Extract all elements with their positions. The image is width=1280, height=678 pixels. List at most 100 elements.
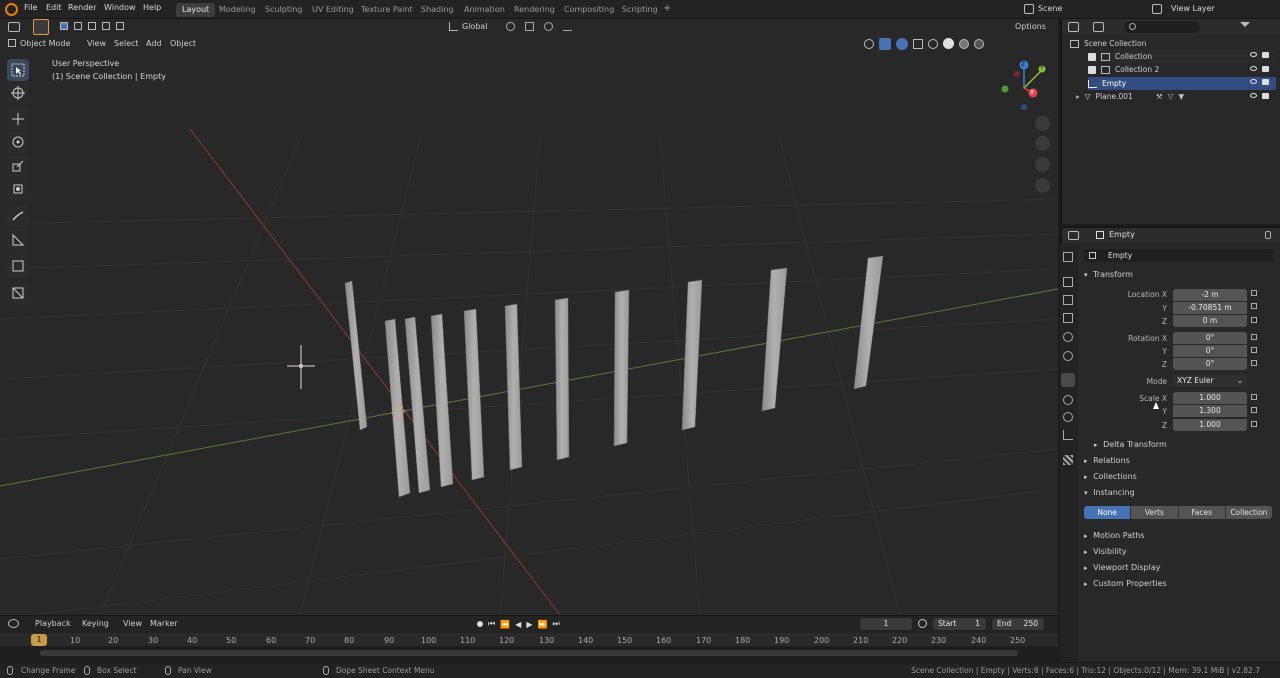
outliner-search-field[interactable] (1124, 21, 1200, 33)
overlay-icon[interactable] (896, 37, 908, 50)
rotate-tool-button[interactable] (7, 131, 29, 153)
transform-panel-header[interactable]: ▾ Transform (1084, 270, 1133, 279)
instancing-faces-button[interactable]: Faces (1177, 506, 1225, 519)
filter-icon[interactable] (1240, 22, 1250, 32)
view-layer-tab-icon[interactable] (1063, 313, 1073, 323)
3d-viewport[interactable] (0, 19, 1058, 615)
current-frame-field[interactable]: 1 (860, 618, 912, 630)
menu-select[interactable]: Select (114, 39, 139, 48)
camera-icon[interactable] (1262, 79, 1269, 85)
location-x-field[interactable]: -2 m (1173, 289, 1247, 301)
motion-paths-header[interactable]: ▸ Motion Paths (1084, 531, 1144, 540)
scale-x-field[interactable]: 1.000 (1173, 392, 1247, 404)
menu-edit[interactable]: Edit (46, 3, 62, 12)
scale-z-field[interactable]: 1.000 (1173, 419, 1247, 431)
gizmo-icon[interactable] (879, 37, 891, 50)
menu-object[interactable]: Object (170, 39, 196, 48)
lock-icon[interactable] (1251, 394, 1257, 400)
mode-extend-icon[interactable] (74, 22, 82, 30)
snap-icon[interactable] (525, 22, 534, 31)
outliner-row-empty[interactable]: Empty (1088, 77, 1276, 90)
wireframe-icon[interactable] (928, 38, 938, 49)
eye-icon[interactable] (1250, 79, 1257, 84)
instancing-header[interactable]: ▾ Instancing (1084, 488, 1135, 497)
delta-transform-header[interactable]: ▸ Delta Transform (1094, 440, 1167, 449)
outliner-row-collection-2[interactable]: Collection 2 (1088, 63, 1276, 76)
tab-uv-editing[interactable]: UV Editing (306, 3, 360, 17)
add-workspace-button[interactable]: + (663, 3, 671, 14)
tab-sculpting[interactable]: Sculpting (259, 3, 308, 17)
select-box-icon[interactable] (33, 19, 49, 35)
render-tab-icon[interactable] (1063, 277, 1073, 287)
physics-tab-icon[interactable] (1063, 395, 1073, 405)
eye-icon[interactable] (1250, 52, 1257, 57)
zoom-icon[interactable] (1035, 116, 1050, 131)
ortho-grid-icon[interactable] (1035, 178, 1050, 193)
menu-window[interactable]: Window (104, 3, 136, 12)
select-tool-button[interactable] (7, 59, 29, 81)
play-icon[interactable]: ▶ (526, 620, 532, 629)
tab-animation[interactable]: Animation (458, 3, 511, 17)
tab-layout[interactable]: Layout (176, 3, 216, 17)
timeline-editor-icon[interactable] (8, 619, 19, 628)
menu-add[interactable]: Add (146, 39, 162, 48)
scale-tool-button[interactable] (7, 155, 29, 177)
editor-type-icon[interactable] (8, 22, 20, 32)
prev-keyframe-icon[interactable]: ⏪ (500, 620, 510, 629)
menu-render[interactable]: Render (68, 3, 96, 12)
3d-cursor-icon[interactable] (287, 345, 315, 389)
outliner-row-plane[interactable]: ▸ ▽ Plane.001 ⚒ ▽ ▼ (1076, 90, 1276, 103)
menu-marker[interactable]: Marker (150, 619, 178, 628)
end-frame-field[interactable]: End 250 (992, 618, 1044, 630)
eye-icon[interactable] (1250, 93, 1257, 98)
camera-icon[interactable] (1262, 66, 1269, 72)
instancing-verts-button[interactable]: Verts (1130, 506, 1178, 519)
play-reverse-icon[interactable]: ◀ (515, 620, 521, 629)
tab-scripting[interactable]: Scripting (616, 3, 664, 17)
texture-tab-icon[interactable] (1063, 455, 1073, 465)
record-icon[interactable] (477, 621, 483, 627)
rotation-x-field[interactable]: 0° (1173, 332, 1247, 344)
view-layer-icon[interactable] (1152, 4, 1162, 14)
tab-shading[interactable]: Shading (415, 3, 460, 17)
start-frame-field[interactable]: Start 1 (933, 618, 986, 630)
properties-editor-icon[interactable] (1068, 231, 1079, 240)
lock-icon[interactable] (1251, 407, 1257, 413)
data-tab-icon[interactable] (1063, 430, 1073, 440)
object-mode-dropdown[interactable]: Object Mode (8, 39, 70, 48)
annotate-tool-button[interactable] (7, 205, 29, 227)
custom-properties-header[interactable]: ▸ Custom Properties (1084, 579, 1167, 588)
relations-header[interactable]: ▸ Relations (1084, 456, 1130, 465)
mode-set-icon[interactable] (60, 22, 68, 30)
lock-icon[interactable] (1251, 290, 1257, 296)
tab-modeling[interactable]: Modeling (213, 3, 261, 17)
constraints-tab-icon[interactable] (1063, 412, 1073, 422)
transform-tool-button[interactable] (7, 178, 29, 200)
location-y-field[interactable]: -0.70851 m (1173, 302, 1247, 314)
scene-name[interactable]: Scene (1038, 4, 1062, 13)
tool-tab-icon[interactable] (1063, 252, 1073, 262)
next-keyframe-icon[interactable]: ⏩ (537, 620, 547, 629)
checkbox-icon[interactable] (1088, 65, 1096, 74)
camera-icon[interactable] (1262, 93, 1269, 99)
lock-icon[interactable] (1251, 421, 1257, 427)
camera-icon[interactable] (1262, 52, 1269, 58)
lock-icon[interactable] (1251, 303, 1257, 309)
scene-tab-icon[interactable] (1063, 332, 1073, 342)
scene-icon[interactable] (1024, 4, 1034, 14)
timeline-playhead[interactable]: 1 (31, 634, 47, 646)
outliner-row-scene-collection[interactable]: Scene Collection (1070, 37, 1276, 50)
menu-view[interactable]: View (87, 39, 106, 48)
rotation-z-field[interactable]: 0° (1173, 358, 1247, 370)
collections-header[interactable]: ▸ Collections (1084, 472, 1137, 481)
scale-y-field[interactable]: 1.300 (1173, 405, 1247, 417)
falloff-icon[interactable] (563, 22, 572, 31)
measure-tool-button[interactable] (7, 229, 29, 251)
move-tool-button[interactable] (7, 108, 29, 130)
timeline-scrollbar[interactable] (40, 650, 1018, 656)
jump-start-icon[interactable]: ⏮ (488, 619, 495, 629)
object-name-field[interactable]: Empty (1084, 249, 1274, 262)
proportional-edit-icon[interactable] (544, 22, 553, 31)
rotation-y-field[interactable]: 0° (1173, 345, 1247, 357)
location-z-field[interactable]: 0 m (1173, 315, 1247, 327)
